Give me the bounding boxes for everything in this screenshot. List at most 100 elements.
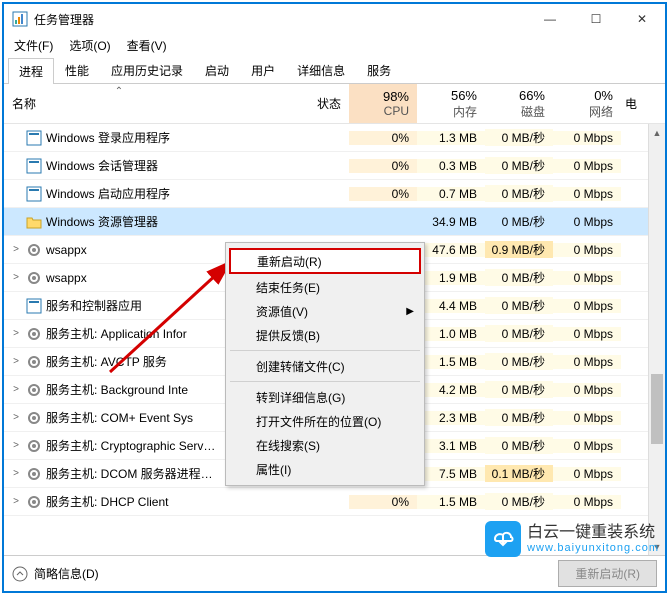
context-menu: 重新启动(R)结束任务(E)资源值(V)▶提供反馈(B) 创建转储文件(C) 转到详…: [225, 242, 425, 486]
process-row[interactable]: Windows 启动应用程序0%0.7 MB0 MB/秒0 Mbps: [4, 180, 665, 208]
network-value: 0 Mbps: [553, 215, 621, 229]
memory-value: 7.5 MB: [417, 467, 485, 481]
tab-users[interactable]: 用户: [240, 57, 286, 83]
menubar: 文件(F) 选项(O) 查看(V): [4, 34, 665, 56]
header-status[interactable]: 状态: [234, 84, 349, 123]
process-row[interactable]: Windows 会话管理器0%0.3 MB0 MB/秒0 Mbps: [4, 152, 665, 180]
network-value: 0 Mbps: [553, 327, 621, 341]
process-row[interactable]: Windows 资源管理器34.9 MB0 MB/秒0 Mbps: [4, 208, 665, 236]
disk-value: 0 MB/秒: [485, 213, 553, 230]
memory-value: 1.3 MB: [417, 131, 485, 145]
process-icon: [26, 494, 42, 510]
vertical-scrollbar[interactable]: ▲ ▼: [648, 124, 665, 555]
disk-value: 0 MB/秒: [485, 129, 553, 146]
context-menu-item[interactable]: 打开文件所在的位置(O): [228, 409, 422, 433]
disk-value: 0 MB/秒: [485, 325, 553, 342]
context-menu-item[interactable]: 创建转储文件(C): [228, 354, 422, 378]
network-value: 0 Mbps: [553, 383, 621, 397]
tab-services[interactable]: 服务: [356, 57, 402, 83]
process-row[interactable]: Windows 登录应用程序0%1.3 MB0 MB/秒0 Mbps: [4, 124, 665, 152]
process-name: 服务主机: Application Infor: [46, 325, 187, 342]
context-menu-item[interactable]: 资源值(V)▶: [228, 299, 422, 323]
context-menu-item[interactable]: 提供反馈(B): [228, 323, 422, 347]
process-name: 服务主机: Background Inte: [46, 381, 188, 398]
restart-button[interactable]: 重新启动(R): [558, 560, 657, 587]
tab-processes[interactable]: 进程: [8, 58, 54, 84]
disk-value: 0 MB/秒: [485, 297, 553, 314]
menu-file[interactable]: 文件(F): [8, 35, 59, 56]
disk-value: 0 MB/秒: [485, 185, 553, 202]
network-value: 0 Mbps: [553, 439, 621, 453]
watermark: 白云一键重装系统 www.baiyunxitong.com: [485, 521, 659, 557]
context-menu-item[interactable]: 重新启动(R): [229, 248, 421, 274]
process-icon: [26, 298, 42, 314]
expand-icon[interactable]: >: [10, 468, 22, 479]
process-icon: [26, 186, 42, 202]
memory-value: 1.5 MB: [417, 355, 485, 369]
header-network[interactable]: 0%网络: [553, 84, 621, 123]
close-button[interactable]: ✕: [619, 4, 665, 34]
disk-value: 0 MB/秒: [485, 437, 553, 454]
tab-startup[interactable]: 启动: [194, 57, 240, 83]
expand-icon[interactable]: >: [10, 328, 22, 339]
process-icon: [26, 354, 42, 370]
menu-separator: [230, 381, 420, 382]
fewer-details-button[interactable]: 简略信息(D): [12, 565, 99, 582]
header-power[interactable]: 电: [621, 84, 665, 123]
network-value: 0 Mbps: [553, 299, 621, 313]
process-row[interactable]: >服务主机: DHCP Client0%1.5 MB0 MB/秒0 Mbps: [4, 488, 665, 516]
header-memory[interactable]: 56%内存: [417, 84, 485, 123]
watermark-logo-icon: [485, 521, 521, 557]
context-menu-item[interactable]: 结束任务(E): [228, 275, 422, 299]
expand-icon[interactable]: >: [10, 272, 22, 283]
process-name: Windows 启动应用程序: [46, 185, 170, 202]
process-name: Windows 会话管理器: [46, 157, 158, 174]
watermark-url: www.baiyunxitong.com: [527, 542, 659, 554]
process-icon: [26, 130, 42, 146]
tab-details[interactable]: 详细信息: [286, 57, 356, 83]
expand-icon[interactable]: >: [10, 496, 22, 507]
tabbar: 进程 性能 应用历史记录 启动 用户 详细信息 服务: [4, 56, 665, 84]
expand-icon[interactable]: >: [10, 384, 22, 395]
app-icon: [12, 11, 28, 27]
column-headers: ⌃名称 状态 98%CPU 56%内存 66%磁盘 0%网络 电: [4, 84, 665, 124]
context-menu-item[interactable]: 属性(I): [228, 457, 422, 481]
expand-icon[interactable]: >: [10, 440, 22, 451]
titlebar[interactable]: 任务管理器 — ☐ ✕: [4, 4, 665, 34]
disk-value: 0 MB/秒: [485, 409, 553, 426]
footer: 简略信息(D) 重新启动(R): [4, 555, 665, 591]
tab-app-history[interactable]: 应用历史记录: [100, 57, 194, 83]
expand-icon[interactable]: >: [10, 412, 22, 423]
maximize-button[interactable]: ☐: [573, 4, 619, 34]
menu-options[interactable]: 选项(O): [63, 35, 116, 56]
process-name: 服务主机: Cryptographic Serv…: [46, 437, 215, 454]
network-value: 0 Mbps: [553, 243, 621, 257]
menu-view[interactable]: 查看(V): [121, 35, 173, 56]
process-name: 服务主机: COM+ Event Sys: [46, 409, 193, 426]
cpu-value: 0%: [349, 131, 417, 145]
tab-performance[interactable]: 性能: [54, 57, 100, 83]
process-icon: [26, 326, 42, 342]
header-cpu[interactable]: 98%CPU: [349, 84, 417, 123]
disk-value: 0 MB/秒: [485, 353, 553, 370]
disk-value: 0 MB/秒: [485, 269, 553, 286]
process-name: 服务主机: DHCP Client: [46, 493, 168, 510]
context-menu-item[interactable]: 在线搜索(S): [228, 433, 422, 457]
context-menu-item[interactable]: 转到详细信息(G): [228, 385, 422, 409]
network-value: 0 Mbps: [553, 159, 621, 173]
chevron-up-circle-icon: [12, 566, 28, 582]
scrollbar-thumb[interactable]: [651, 374, 663, 444]
memory-value: 4.4 MB: [417, 299, 485, 313]
scroll-up-icon[interactable]: ▲: [649, 124, 665, 141]
minimize-button[interactable]: —: [527, 4, 573, 34]
expand-icon[interactable]: >: [10, 244, 22, 255]
process-name: Windows 登录应用程序: [46, 129, 170, 146]
disk-value: 0 MB/秒: [485, 381, 553, 398]
process-icon: [26, 270, 42, 286]
memory-value: 1.9 MB: [417, 271, 485, 285]
expand-icon[interactable]: >: [10, 356, 22, 367]
memory-value: 0.7 MB: [417, 187, 485, 201]
header-disk[interactable]: 66%磁盘: [485, 84, 553, 123]
header-name[interactable]: ⌃名称: [4, 84, 234, 123]
memory-value: 0.3 MB: [417, 159, 485, 173]
